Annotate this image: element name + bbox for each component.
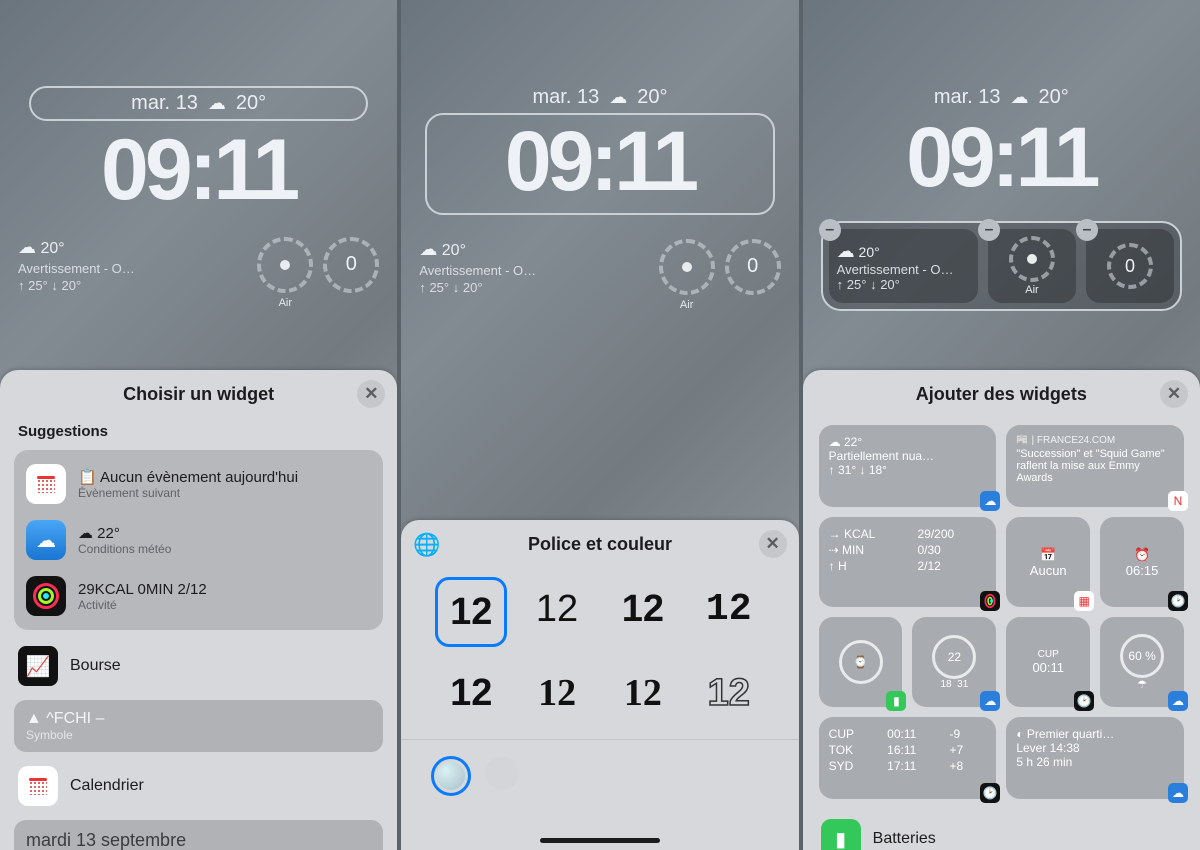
- cloud-icon: [18, 240, 36, 257]
- slot-weather[interactable]: – 20° Avertissement - O… ↑ 25° ↓ 20°: [829, 229, 978, 303]
- widget-row-editing[interactable]: – 20° Avertissement - O… ↑ 25° ↓ 20° – A…: [821, 221, 1182, 311]
- stocks-icon: 📈: [18, 646, 58, 686]
- calendar-icon: [26, 464, 66, 504]
- gallery-activity-card[interactable]: → KCAL29/200 ⇢ MIN0/30 ↑ H2/12: [819, 517, 997, 607]
- stock-widget-card[interactable]: ▲ ^FCHI – Symbole: [14, 700, 383, 752]
- activity-icon: [26, 576, 66, 616]
- weather-widget-large[interactable]: 20° Avertissement - O… ↑ 25° ↓ 20°: [419, 237, 648, 297]
- font-option-5[interactable]: 12: [435, 661, 507, 725]
- clock-app-badge-icon: 🕑: [1168, 591, 1188, 611]
- weather-app-badge-icon: ☁: [980, 491, 1000, 511]
- weather-icon: ☁: [26, 520, 66, 560]
- font-option-8[interactable]: 12: [693, 661, 765, 725]
- sheet-title: Ajouter des widgets: [916, 384, 1087, 405]
- sheet-title: Choisir un widget: [123, 384, 274, 405]
- widget-gallery: ☁ 22° Partiellement nua… ↑ 31° ↓ 18° ☁ 📰…: [803, 415, 1200, 809]
- suggestion-calendar[interactable]: 📋 Aucun évènement aujourd'hui Évènement …: [20, 456, 377, 512]
- weather-alert: Avertissement - O…: [18, 260, 247, 278]
- uv-widget[interactable]: 0: [323, 237, 379, 293]
- font-option-2[interactable]: 12: [521, 577, 593, 641]
- color-options-row: [401, 739, 798, 806]
- font-option-7[interactable]: 12: [607, 661, 679, 725]
- font-option-3[interactable]: 12: [607, 577, 679, 641]
- lockscreen-clock-selected[interactable]: 09:11: [425, 113, 774, 215]
- sheet-header: 🌐 Police et couleur ✕: [401, 520, 798, 565]
- gallery-tempring-small[interactable]: 22 18 31 ☁: [912, 617, 996, 707]
- suggestion-weather[interactable]: ☁ ☁ 22° Conditions météo: [20, 512, 377, 568]
- gallery-alarm-small[interactable]: ⏰06:15 🕑: [1100, 517, 1184, 607]
- date-text: mar. 13: [131, 92, 198, 115]
- activity-app-badge-icon: [980, 591, 1000, 611]
- app-calendrier[interactable]: Calendrier: [0, 756, 397, 816]
- suggestions-heading: Suggestions: [0, 415, 397, 444]
- font-option-4[interactable]: 12: [693, 577, 765, 641]
- font-option-1[interactable]: 12: [435, 577, 507, 647]
- cloud-icon: [1011, 86, 1029, 109]
- home-indicator[interactable]: [540, 838, 660, 843]
- gallery-news-card[interactable]: 📰 | FRANCE24.COM "Succession" et "Squid …: [1006, 425, 1184, 507]
- lockscreen-clock: 09:11: [0, 127, 397, 213]
- lockscreen-clock: 09:11: [803, 115, 1200, 199]
- screenshot-1-lockscreen-widget-picker: mar. 13 20° 09:11 20° Avertissement - O……: [0, 0, 397, 850]
- cloud-icon: [609, 86, 627, 109]
- cloud-icon: [837, 244, 855, 260]
- uv-widget[interactable]: 0: [725, 239, 781, 295]
- remove-button[interactable]: –: [1076, 219, 1098, 241]
- gallery-watch-small[interactable]: ⌚ ▮: [819, 617, 903, 707]
- date-text-row: mar. 13 20°: [401, 86, 798, 109]
- clock-app-badge-icon: 🕑: [1074, 691, 1094, 711]
- weather-app-badge-icon: ☁: [980, 691, 1000, 711]
- weather-app-badge-icon: ☁: [1168, 783, 1188, 803]
- temp-text: 20°: [236, 92, 266, 115]
- color-swatch-gray[interactable]: [485, 756, 519, 790]
- gallery-timer-small[interactable]: CUP 00:11 🕑: [1006, 617, 1090, 707]
- app-bourse[interactable]: 📈 Bourse: [0, 636, 397, 696]
- gallery-weather-card[interactable]: ☁ 22° Partiellement nua… ↑ 31° ↓ 18° ☁: [819, 425, 997, 507]
- weather-hilo: ↑ 25° ↓ 20°: [18, 277, 247, 295]
- screenshot-2-font-color-picker: mar. 13 20° 09:11 20° Avertissement - O……: [401, 0, 798, 850]
- remove-button[interactable]: –: [819, 219, 841, 241]
- calendar-app-badge-icon: ▦: [1074, 591, 1094, 611]
- sheet-header: Choisir un widget ✕: [0, 370, 397, 415]
- font-color-sheet: 🌐 Police et couleur ✕ 12 12 12 12 12 12 …: [401, 520, 798, 850]
- date-text-row: mar. 13 20°: [803, 86, 1200, 109]
- screenshot-3-add-widgets: mar. 13 20° 09:11 – 20° Avertissement - …: [803, 0, 1200, 850]
- gallery-moon-card[interactable]: ◐ Premier quarti… Lever 14:38 5 h 26 min…: [1006, 717, 1184, 799]
- slot-air[interactable]: – Air: [988, 229, 1076, 303]
- globe-icon[interactable]: 🌐: [413, 532, 440, 558]
- battery-icon: ▮: [821, 819, 861, 850]
- add-widgets-sheet: Ajouter des widgets ✕ ☁ 22° Partiellemen…: [803, 370, 1200, 850]
- date-pill[interactable]: mar. 13 20°: [29, 86, 368, 121]
- clock-app-badge-icon: 🕑: [980, 783, 1000, 803]
- cloud-icon: [208, 92, 226, 115]
- close-button[interactable]: ✕: [1160, 380, 1188, 408]
- app-batteries[interactable]: ▮ Batteries: [803, 809, 1200, 850]
- news-app-badge-icon: N: [1168, 491, 1188, 511]
- suggestion-activity[interactable]: 29KCAL 0MIN 2/12 Activité: [20, 568, 377, 624]
- weather-widget-large[interactable]: 20° Avertissement - O… ↑ 25° ↓ 20°: [18, 235, 247, 295]
- widget-row: 20° Avertissement - O… ↑ 25° ↓ 20° Air 0: [18, 235, 379, 295]
- widget-picker-sheet: Choisir un widget ✕ Suggestions 📋 Aucun …: [0, 370, 397, 850]
- sheet-title: Police et couleur: [528, 534, 672, 555]
- gallery-worldclock-card[interactable]: CUP00:11-9 TOK16:11+7 SYD17:11+8 🕑: [819, 717, 997, 799]
- color-swatch-selected[interactable]: [431, 756, 471, 796]
- slot-uv[interactable]: – 0: [1086, 229, 1174, 303]
- calendar-icon: [18, 766, 58, 806]
- widget-row: 20° Avertissement - O… ↑ 25° ↓ 20° Air 0: [419, 237, 780, 297]
- battery-app-badge-icon: ▮: [886, 691, 906, 711]
- gallery-rain-small[interactable]: 60 % ☂ ☁: [1100, 617, 1184, 707]
- font-options-grid: 12 12 12 12 12 12 12 12: [401, 565, 798, 739]
- close-button[interactable]: ✕: [759, 530, 787, 558]
- air-quality-widget[interactable]: Air: [659, 239, 715, 295]
- calendar-widget-card[interactable]: mardi 13 septembre Date: [14, 820, 383, 850]
- remove-button[interactable]: –: [978, 219, 1000, 241]
- air-quality-widget[interactable]: Air: [257, 237, 313, 293]
- suggestions-card: 📋 Aucun évènement aujourd'hui Évènement …: [14, 450, 383, 630]
- cloud-icon: [419, 242, 437, 259]
- sheet-header: Ajouter des widgets ✕: [803, 370, 1200, 415]
- weather-app-badge-icon: ☁: [1168, 691, 1188, 711]
- close-button[interactable]: ✕: [357, 380, 385, 408]
- font-option-6[interactable]: 12: [521, 661, 593, 725]
- gallery-calendar-small[interactable]: 📅Aucun ▦: [1006, 517, 1090, 607]
